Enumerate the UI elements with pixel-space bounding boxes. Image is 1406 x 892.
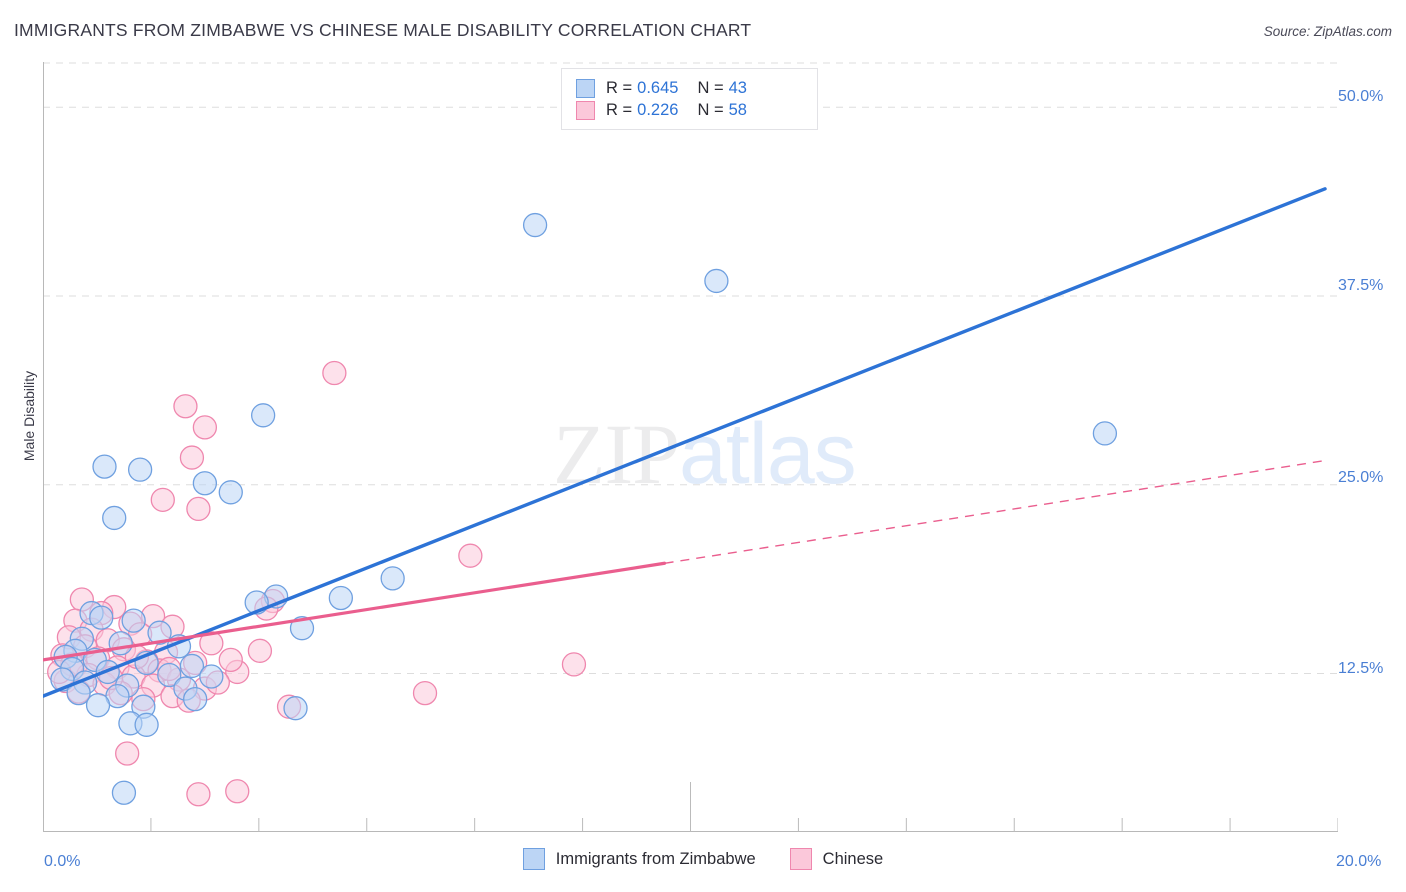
legend-label-zimbabwe: Immigrants from Zimbabwe [555,849,756,868]
legend-swatch-zimbabwe-bottom [522,848,545,870]
data-point [115,741,140,766]
legend-swatch-chinese [576,100,595,120]
data-point [522,212,548,238]
legend-swatch-chinese-bottom [789,848,812,870]
y-tick-label-0: 50.0% [1338,88,1384,105]
scatter-canvas [43,62,1338,832]
data-point [561,652,587,677]
data-point [412,680,438,706]
data-point [218,480,243,505]
data-point [192,415,218,440]
legend-row-chinese: R = 0.226 N = 58 [576,100,803,120]
series-points-chinese [47,360,587,807]
plot-area [43,62,1338,832]
data-point [247,638,273,663]
data-point [134,712,159,737]
data-point [458,543,483,568]
data-point [92,454,117,479]
data-point [111,780,137,805]
data-point [89,605,114,630]
legend-row-zimbabwe: R = 0.645 N = 43 [576,78,803,98]
data-point [328,585,354,611]
legend-item-zimbabwe[interactable]: Immigrants from Zimbabwe [522,848,756,870]
data-point [186,782,211,807]
data-point [322,360,347,386]
data-point [250,403,276,428]
data-point [192,471,218,496]
r-label-chinese: R = [606,100,633,119]
correlation-legend: R = 0.645 N = 43 R = 0.226 N = 58 [561,68,818,130]
page-title: IMMIGRANTS FROM ZIMBABWE VS CHINESE MALE… [14,20,752,40]
data-point [380,566,405,591]
data-point [1092,421,1118,446]
data-point [108,631,133,656]
r-value-chinese: 0.226 [637,100,679,119]
y-tick-label-1: 37.5% [1338,277,1384,294]
data-point [102,505,127,531]
data-point [283,696,308,721]
data-point [183,686,208,712]
n-value-zimbabwe: 43 [728,78,747,97]
legend-label-chinese: Chinese [822,849,884,868]
trendline-zimbabwe [43,187,1327,698]
series-legend: Immigrants from Zimbabwe Chinese [0,848,1406,870]
data-point [173,394,198,419]
data-point [704,268,729,294]
n-value-chinese: 58 [728,100,747,119]
y-tick-label-2: 25.0% [1338,469,1384,486]
y-tick-label-3: 12.5% [1338,660,1384,677]
r-value-zimbabwe: 0.645 [637,78,679,97]
data-point [150,487,175,512]
data-point [199,664,224,689]
data-point [121,608,146,633]
n-label-chinese: N = [697,100,724,119]
data-point [85,693,111,718]
n-label-zimbabwe: N = [697,78,724,97]
r-label-zimbabwe: R = [606,78,633,97]
y-axis-title: Male Disability [21,370,37,462]
data-point [218,647,243,673]
data-point [179,445,205,470]
data-point [186,496,211,522]
trendline-chinese-dashed [664,459,1326,564]
data-point [225,779,250,804]
legend-item-chinese[interactable]: Chinese [789,848,884,870]
legend-swatch-zimbabwe [576,78,595,98]
source-attribution: Source: ZipAtlas.com [1263,24,1392,39]
series-points-zimbabwe [50,212,1118,805]
data-point [127,457,153,482]
